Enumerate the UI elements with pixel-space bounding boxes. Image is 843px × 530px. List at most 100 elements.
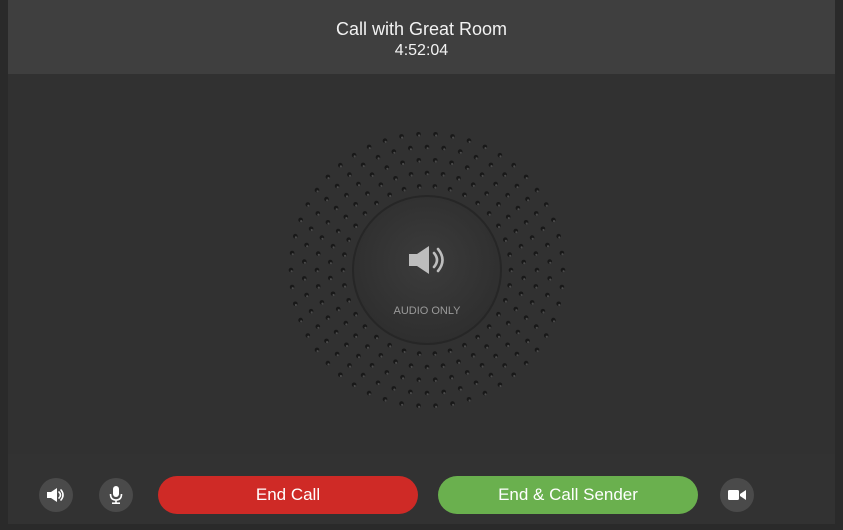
microphone-icon xyxy=(109,486,123,504)
grille-hole-highlight xyxy=(442,365,445,368)
grille-hole-highlight xyxy=(401,403,404,406)
grille-hole-highlight xyxy=(516,354,519,357)
grille-hole-highlight xyxy=(504,300,507,303)
grille-hole-highlight xyxy=(545,204,548,207)
grille-hole-highlight xyxy=(321,237,324,240)
grille-hole-highlight xyxy=(466,167,469,170)
grille-hole-highlight xyxy=(300,320,303,323)
grille-hole-highlight xyxy=(549,261,552,264)
grille-hole-highlight xyxy=(317,286,320,289)
grille-hole-highlight xyxy=(449,350,452,354)
grille-hole-highlight xyxy=(452,403,455,406)
grille-hole-highlight xyxy=(546,245,550,248)
grille-hole-highlight xyxy=(531,237,534,240)
grille-hole-highlight xyxy=(380,184,383,187)
grille-hole-highlight xyxy=(321,302,324,305)
grille-hole-highlight xyxy=(336,354,339,357)
grille-hole-highlight xyxy=(497,204,501,207)
grille-hole-highlight xyxy=(316,190,319,193)
grille-hole-highlight xyxy=(345,195,349,198)
grille-hole-highlight xyxy=(332,293,335,297)
grille-hole-highlight xyxy=(504,365,507,368)
grille-hole-highlight xyxy=(307,204,310,207)
grille-hole-highlight xyxy=(520,246,523,249)
end-and-call-sender-button[interactable]: End & Call Sender xyxy=(438,476,698,514)
grille-hole-highlight xyxy=(403,189,406,192)
grille-hole-highlight xyxy=(327,363,330,366)
grille-hole-highlight xyxy=(402,162,405,166)
microphone-button[interactable] xyxy=(99,478,133,512)
grille-hole-highlight xyxy=(386,167,389,170)
grille-hole-highlight xyxy=(507,323,510,326)
grille-hole-highlight xyxy=(362,165,365,168)
grille-hole-highlight xyxy=(542,228,545,232)
grille-hole-highlight xyxy=(515,231,518,234)
grille-hole-highlight xyxy=(509,285,512,288)
grille-hole-highlight xyxy=(499,155,502,158)
grille-hole-highlight xyxy=(527,199,530,202)
grille-hole-highlight xyxy=(316,270,319,273)
grille-hole-highlight xyxy=(317,326,320,329)
grille-hole-highlight xyxy=(366,346,370,349)
grille-hole-highlight xyxy=(353,384,356,388)
grille-hole-highlight xyxy=(410,365,413,368)
audio-visual-area: AUDIO ONLY xyxy=(8,74,835,454)
grille-hole-highlight xyxy=(475,157,478,160)
grille-hole-highlight xyxy=(377,382,380,386)
grille-hole-highlight xyxy=(403,350,406,354)
grille-hole-highlight xyxy=(418,405,421,408)
grille-hole-highlight xyxy=(343,254,347,257)
grille-hole-highlight xyxy=(395,361,398,364)
grille-hole-highlight xyxy=(536,270,539,273)
grille-hole-highlight xyxy=(535,286,538,289)
grille-hole-highlight xyxy=(366,193,370,196)
grille-hole-highlight xyxy=(371,174,374,177)
grille-hole-highlight xyxy=(513,165,516,168)
speaker-icon xyxy=(47,488,64,502)
grille-hole-highlight xyxy=(504,239,507,242)
grille-hole-highlight xyxy=(337,309,340,312)
grille-hole-highlight xyxy=(507,344,510,348)
speaker-grille: AUDIO ONLY xyxy=(288,132,566,409)
grille-hole-highlight xyxy=(310,228,313,232)
grille-hole-highlight xyxy=(517,208,520,211)
grille-hole-highlight xyxy=(463,345,467,348)
grille-hole-highlight xyxy=(495,356,498,359)
grille-hole-highlight xyxy=(475,382,478,386)
grille-hole-highlight xyxy=(368,393,371,396)
call-toolbar: End Call End & Call Sender xyxy=(8,466,835,524)
grille-hole-highlight xyxy=(507,217,510,220)
grille-hole-highlight xyxy=(542,311,545,314)
grille-hole-highlight xyxy=(510,270,513,273)
grille-hole-highlight xyxy=(393,388,396,391)
grille-hole-highlight xyxy=(520,293,523,297)
grille-hole-highlight xyxy=(513,374,516,378)
grille-hole-highlight xyxy=(549,278,552,281)
grille-hole-highlight xyxy=(535,213,538,216)
grille-hole-highlight xyxy=(497,225,501,229)
grille-hole-highlight xyxy=(418,186,421,189)
grille-hole-highlight xyxy=(426,147,429,150)
call-timer: 4:52:04 xyxy=(394,42,449,59)
grille-hole-highlight xyxy=(459,388,462,391)
grille-hole-highlight xyxy=(294,236,297,239)
grille-hole-highlight xyxy=(517,332,520,335)
grille-hole-highlight xyxy=(561,287,564,290)
end-call-button[interactable]: End Call xyxy=(158,476,418,514)
grille-hole-highlight xyxy=(317,253,320,256)
grille-hole-highlight xyxy=(355,314,358,317)
grille-hole-highlight xyxy=(531,302,534,305)
grille-hole-highlight xyxy=(300,220,303,223)
grille-hole-highlight xyxy=(310,311,313,314)
grille-hole-highlight xyxy=(357,184,361,187)
grille-hole-highlight xyxy=(449,189,452,192)
grille-hole-highlight xyxy=(307,335,310,338)
grille-hole-highlight xyxy=(291,253,294,256)
grille-hole-highlight xyxy=(389,345,392,348)
grille-hole-highlight xyxy=(490,165,493,168)
grille-hole-highlight xyxy=(326,341,329,344)
grille-hole-highlight xyxy=(294,303,297,307)
video-button[interactable] xyxy=(720,478,754,512)
volume-button[interactable] xyxy=(39,478,73,512)
grille-hole-highlight xyxy=(364,326,367,329)
